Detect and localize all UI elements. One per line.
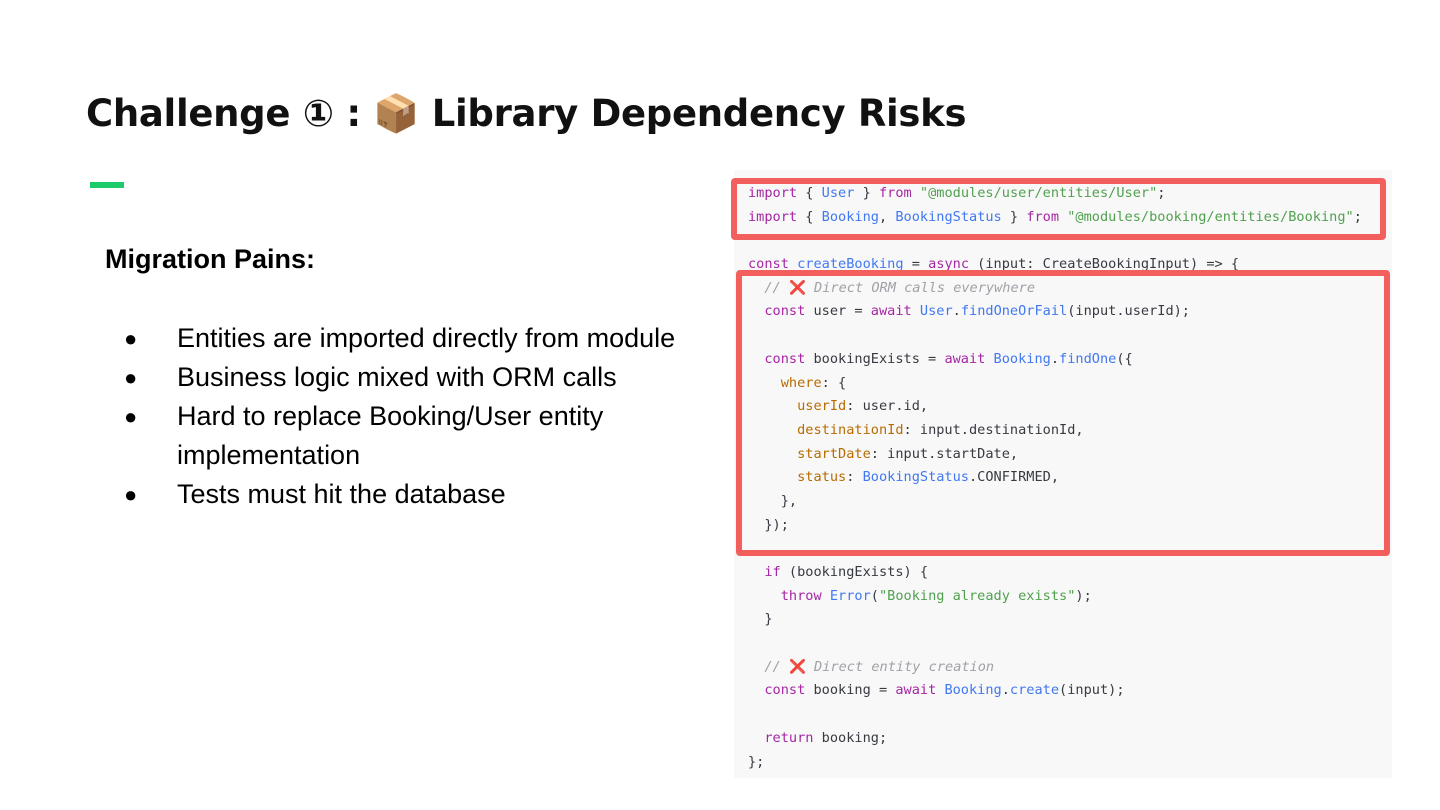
bullet-icon: ● bbox=[124, 326, 138, 351]
code-line: return booking; bbox=[764, 729, 888, 746]
list-item: ● Entities are imported directly from mo… bbox=[124, 319, 684, 358]
code-line: }; bbox=[748, 753, 765, 770]
bullet-icon: ● bbox=[124, 482, 138, 507]
slide-title: Challenge ① : 📦 Library Dependency Risks bbox=[86, 92, 967, 135]
code-line: if (bookingExists) { bbox=[764, 564, 929, 580]
list-item: ● Hard to replace Booking/User entity im… bbox=[124, 397, 684, 475]
code-line: // ❌ Direct entity creation bbox=[764, 658, 995, 675]
bullet-icon: ● bbox=[124, 365, 138, 390]
bullet-text: Business logic mixed with ORM calls bbox=[177, 362, 617, 392]
cross-icon: ❌ bbox=[788, 658, 806, 675]
list-item: ● Business logic mixed with ORM calls bbox=[124, 358, 684, 397]
subheading: Migration Pains: bbox=[105, 244, 316, 274]
bullet-text: Hard to replace Booking/User entity impl… bbox=[177, 401, 604, 470]
bullet-text: Tests must hit the database bbox=[177, 479, 506, 509]
orm-calls-highlight-box bbox=[736, 270, 1390, 556]
title-accent-bar bbox=[90, 182, 124, 188]
slide: Challenge ① : 📦 Library Dependency Risks… bbox=[0, 0, 1440, 810]
imports-highlight-box bbox=[731, 178, 1386, 240]
list-item: ● Tests must hit the database bbox=[124, 475, 684, 514]
code-line: const booking = await Booking.create(inp… bbox=[764, 682, 1125, 699]
bullet-icon: ● bbox=[124, 404, 138, 429]
bullet-list: ● Entities are imported directly from mo… bbox=[124, 319, 684, 514]
bullet-text: Entities are imported directly from modu… bbox=[177, 323, 676, 353]
code-line: throw Error("Booking already exists"); bbox=[780, 587, 1092, 604]
code-line: } bbox=[748, 611, 773, 628]
